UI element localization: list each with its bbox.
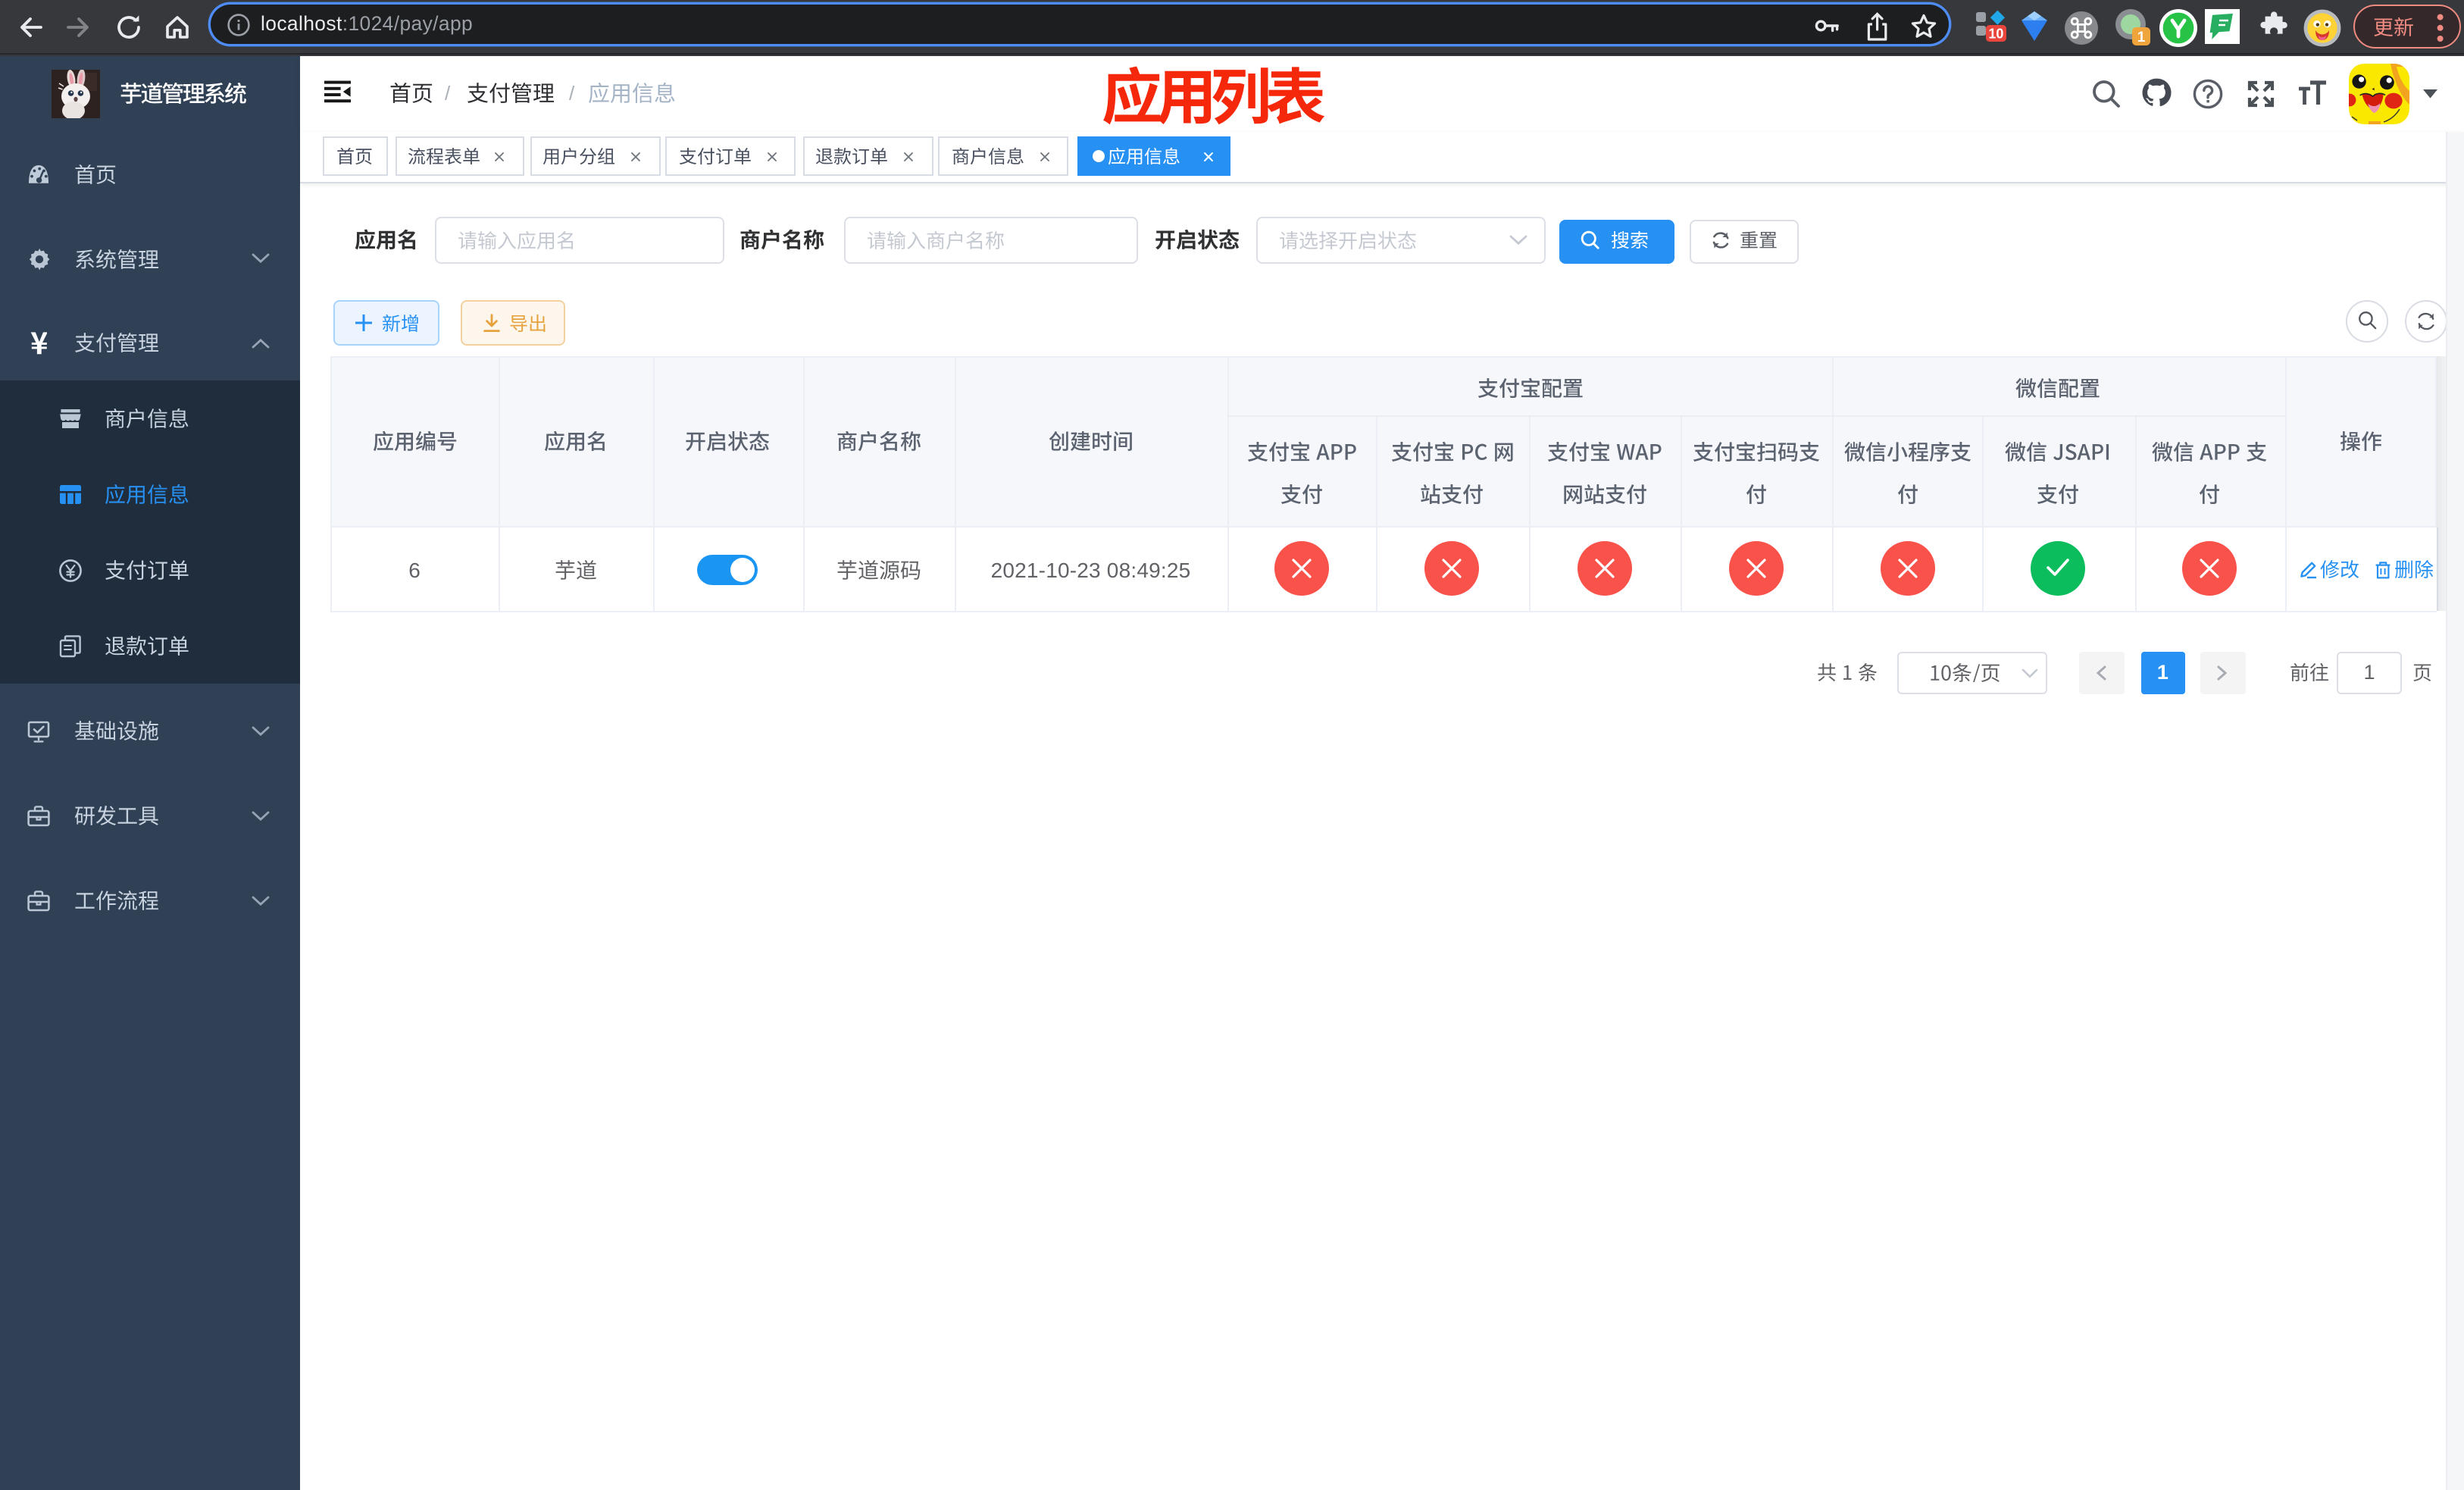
- svg-text:10: 10: [1988, 27, 2003, 42]
- svg-text:1: 1: [2137, 30, 2146, 45]
